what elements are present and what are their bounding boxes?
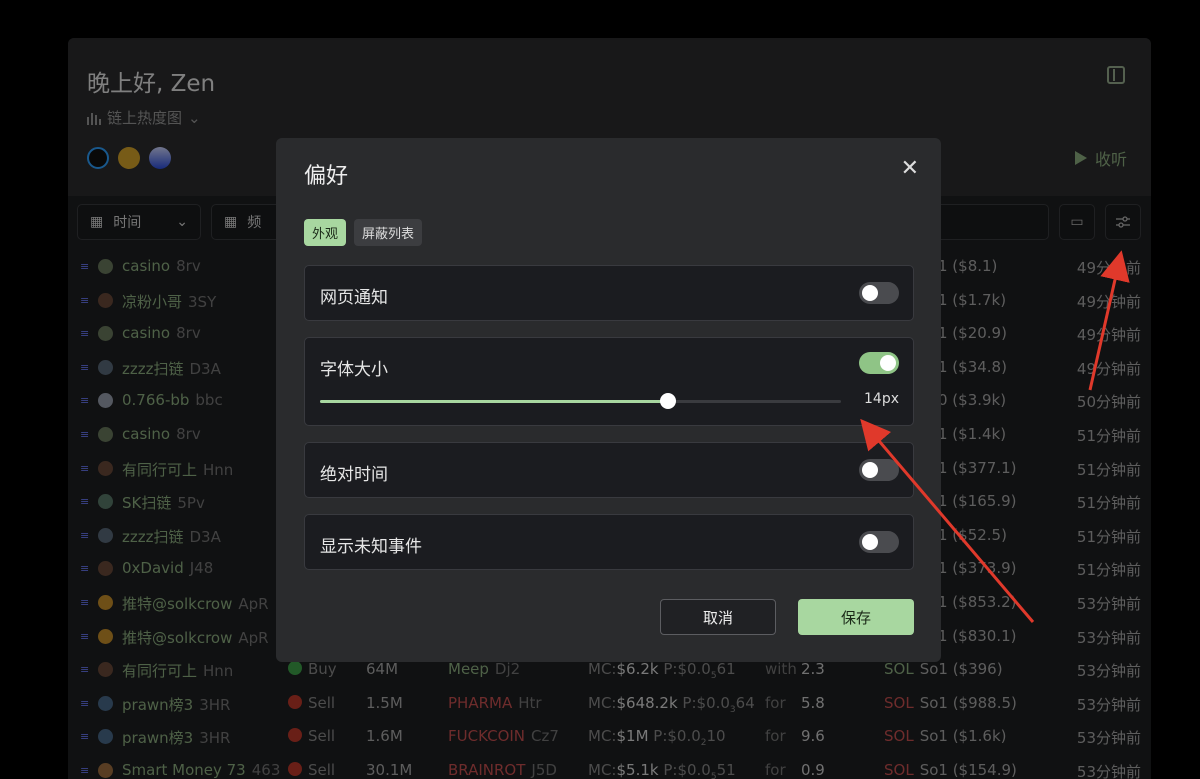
arrow-to-preferences — [1088, 250, 1130, 391]
annotation-arrows — [860, 250, 1130, 623]
arrow-to-font-size — [860, 418, 1035, 623]
